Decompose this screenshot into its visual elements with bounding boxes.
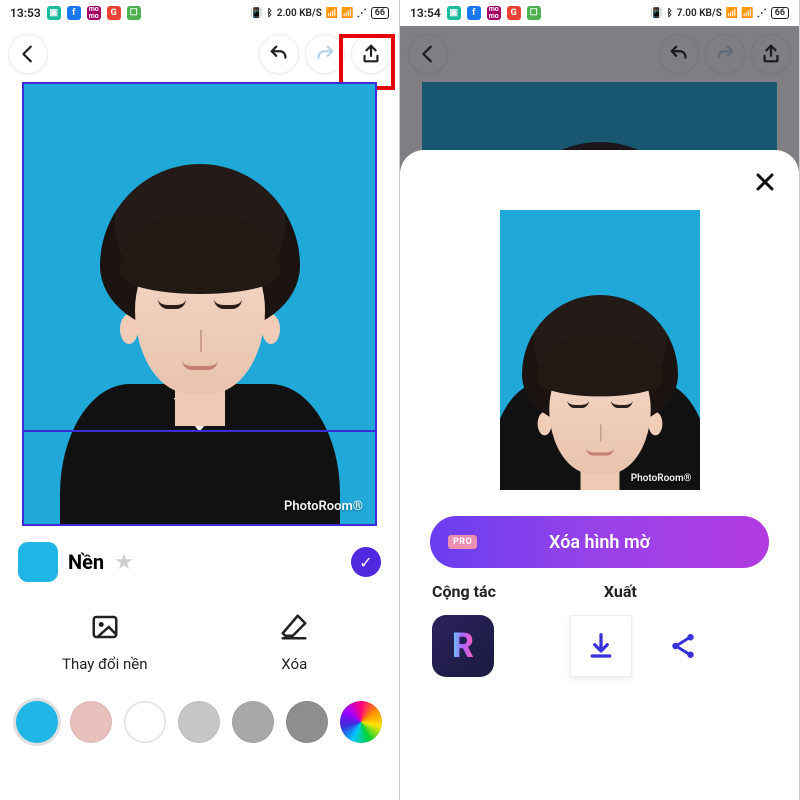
back-button[interactable]: [8, 34, 48, 74]
undo-button[interactable]: [259, 34, 299, 74]
portrait-subject[interactable]: [70, 164, 330, 524]
palette-color-1[interactable]: [16, 701, 58, 743]
redo-button[interactable]: [305, 34, 345, 74]
action-tiles: Thay đổi nền Xóa: [0, 594, 399, 691]
app-indicator-icon: ▣: [447, 6, 461, 20]
status-time: 13:54: [410, 6, 441, 20]
watermark-text: PhotoRoom®: [284, 499, 363, 514]
confirm-check-button[interactable]: ✓: [351, 547, 381, 577]
change-background-tile[interactable]: Thay đổi nền: [10, 600, 200, 685]
momo-icon: momo: [87, 6, 101, 20]
status-bar: 13:53 ▣ f momo G ☐ 📳 ᛒ 2.00 KB/S 📶 📶 ⋰ 6…: [0, 0, 399, 26]
change-bg-label: Thay đổi nền: [62, 655, 148, 673]
signal-icon: 📶: [726, 8, 737, 19]
export-sheet: PhotoRoom® PRO Xóa hình mờ Cộng tác Xuất…: [400, 150, 799, 800]
crop-guide-line: [24, 430, 375, 432]
status-time: 13:53: [10, 6, 41, 20]
collab-app-tile[interactable]: R: [432, 615, 494, 677]
background-swatch[interactable]: [18, 542, 58, 582]
google-icon: G: [507, 6, 521, 20]
close-icon: [753, 170, 777, 194]
vibrate-icon: 📳: [650, 8, 662, 19]
status-bar: 13:54 ▣ f momo G ☐ 📳 ᛒ 7.00 KB/S 📶 📶 ⋰ 6…: [400, 0, 799, 26]
erase-label: Xóa: [281, 655, 307, 673]
vibrate-icon: 📳: [250, 8, 262, 19]
google-icon: G: [107, 6, 121, 20]
palette-color-3[interactable]: [124, 701, 166, 743]
net-rate: 7.00 KB/S: [677, 8, 722, 19]
app-logo-icon: R: [452, 626, 474, 666]
facebook-icon: f: [467, 6, 481, 20]
download-tile[interactable]: [570, 615, 632, 677]
palette-color-5[interactable]: [232, 701, 274, 743]
export-options-row: R: [422, 607, 777, 681]
palette-color-6[interactable]: [286, 701, 328, 743]
export-button[interactable]: [351, 34, 391, 74]
download-icon: [586, 631, 616, 661]
portrait-subject: [529, 295, 669, 490]
share-nodes-icon: [668, 631, 698, 661]
remove-watermark-button[interactable]: PRO Xóa hình mờ: [430, 516, 769, 568]
battery-indicator: 66: [771, 7, 789, 19]
export-section-label: Xuất: [604, 582, 637, 601]
chat-icon: ☐: [127, 6, 141, 20]
facebook-icon: f: [67, 6, 81, 20]
undo-icon: [268, 43, 290, 65]
share-tile[interactable]: [652, 615, 714, 677]
chat-icon: ☐: [527, 6, 541, 20]
signal-icon: 📶: [326, 8, 337, 19]
wifi-icon: ⋰: [757, 8, 767, 19]
export-section-headers: Cộng tác Xuất: [422, 582, 777, 607]
background-row: Nền ★ ✓: [0, 530, 399, 594]
bluetooth-icon: ᛒ: [667, 8, 673, 19]
app-indicator-icon: ▣: [47, 6, 61, 20]
share-up-icon: [360, 43, 382, 65]
image-icon: [90, 612, 120, 649]
redo-icon: [314, 43, 336, 65]
editor-screen: 13:53 ▣ f momo G ☐ 📳 ᛒ 2.00 KB/S 📶 📶 ⋰ 6…: [0, 0, 400, 800]
editor-toolbar: [0, 26, 399, 82]
arrow-left-icon: [17, 43, 39, 65]
wifi-icon: ⋰: [357, 8, 367, 19]
remove-watermark-label: Xóa hình mờ: [549, 532, 650, 553]
export-preview: PhotoRoom®: [500, 210, 700, 490]
palette-color-2[interactable]: [70, 701, 112, 743]
close-sheet-button[interactable]: [747, 164, 783, 200]
momo-icon: momo: [487, 6, 501, 20]
color-palette: [0, 691, 399, 753]
palette-color-4[interactable]: [178, 701, 220, 743]
favorite-star-icon[interactable]: ★: [114, 550, 134, 575]
export-sheet-screen: 13:54 ▣ f momo G ☐ 📳 ᛒ 7.00 KB/S 📶 📶 ⋰ 6…: [400, 0, 800, 800]
net-rate: 2.00 KB/S: [277, 8, 322, 19]
signal-icon-2: 📶: [341, 8, 352, 19]
collab-section-label: Cộng tác: [432, 582, 496, 601]
erase-tile[interactable]: Xóa: [200, 600, 390, 685]
battery-indicator: 66: [371, 7, 389, 19]
background-label: Nền: [68, 550, 104, 574]
bluetooth-icon: ᛒ: [267, 8, 273, 19]
eraser-icon: [279, 612, 309, 649]
palette-color-picker[interactable]: [340, 701, 382, 743]
watermark-text: PhotoRoom®: [631, 473, 692, 484]
photo-canvas[interactable]: PhotoRoom®: [22, 82, 377, 526]
signal-icon-2: 📶: [741, 8, 752, 19]
pro-badge: PRO: [448, 535, 477, 549]
